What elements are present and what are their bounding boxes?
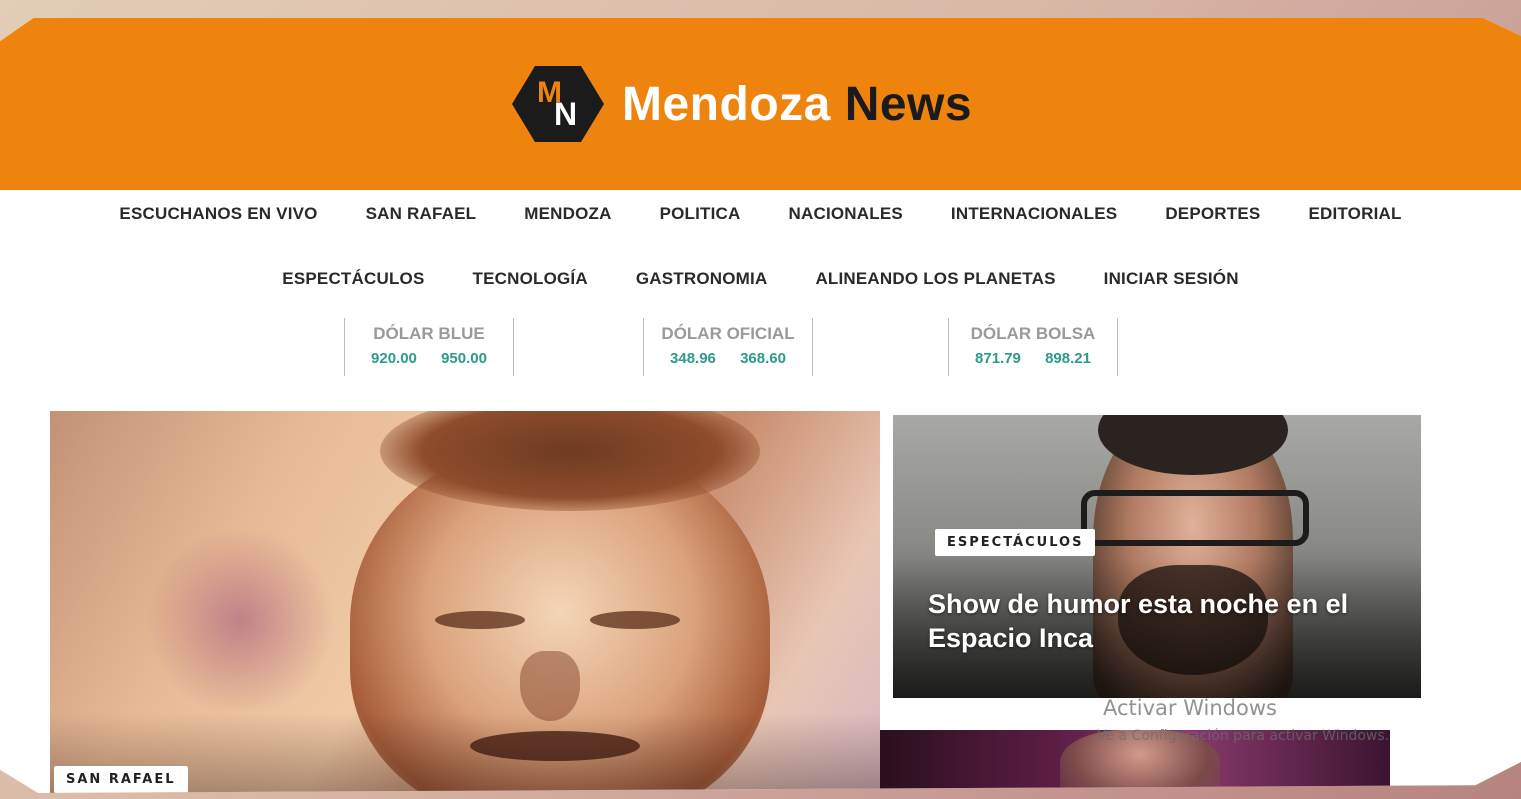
main-nav-row-2: ESPECTÁCULOS TECNOLOGÍA GASTRONOMIA ALIN… — [0, 269, 1521, 289]
side-story-image-glasses — [1081, 490, 1309, 546]
exchange-widget-blue: DÓLAR BLUE 920.00 950.00 — [344, 318, 514, 376]
nav-editorial[interactable]: EDITORIAL — [1308, 204, 1401, 224]
exchange-widget-bolsa: DÓLAR BOLSA 871.79 898.21 — [948, 318, 1118, 376]
exchange-sell-value: 898.21 — [1045, 350, 1091, 367]
nav-mendoza[interactable]: MENDOZA — [524, 204, 611, 224]
exchange-buy-value: 348.96 — [670, 350, 716, 367]
watermark-title: Activar Windows — [1103, 696, 1277, 720]
exchange-values: 920.00 950.00 — [345, 350, 513, 367]
exchange-values: 871.79 898.21 — [949, 350, 1117, 367]
featured-category-badge[interactable]: SAN RAFAEL — [54, 766, 188, 793]
nav-tecnologia[interactable]: TECNOLOGÍA — [473, 269, 588, 289]
nav-politica[interactable]: POLITICA — [660, 204, 741, 224]
watermark-subtitle: Ve a Configuración para activar Windows. — [1097, 728, 1390, 744]
main-nav-row-1: ESCUCHANOS EN VIVO SAN RAFAEL MENDOZA PO… — [0, 204, 1521, 224]
nav-alineando-los-planetas[interactable]: ALINEANDO LOS PLANETAS — [815, 269, 1055, 289]
nav-escuchanos-en-vivo[interactable]: ESCUCHANOS EN VIVO — [119, 204, 317, 224]
exchange-buy-value: 920.00 — [371, 350, 417, 367]
exchange-label: DÓLAR BLUE — [373, 324, 485, 343]
exchange-widget-oficial: DÓLAR OFICIAL 348.96 368.60 — [643, 318, 813, 376]
nav-san-rafael[interactable]: SAN RAFAEL — [366, 204, 477, 224]
exchange-buy-value: 871.79 — [975, 350, 1021, 367]
site-header: M N Mendoza News — [0, 18, 1521, 190]
hero-image-nose — [520, 651, 580, 721]
featured-story-card[interactable]: SAN RAFAEL — [50, 411, 880, 793]
site-name-part1: Mendoza — [622, 77, 831, 131]
nav-internacionales[interactable]: INTERNACIONALES — [951, 204, 1117, 224]
site-name: Mendoza News — [622, 77, 972, 132]
windows-activation-watermark: Activar Windows Ve a Configuración para … — [1097, 696, 1389, 744]
nav-gastronomia[interactable]: GASTRONOMIA — [636, 269, 768, 289]
nav-nacionales[interactable]: NACIONALES — [789, 204, 903, 224]
hero-image-wash — [140, 531, 340, 711]
site-name-part2: News — [844, 77, 973, 131]
exchange-values: 348.96 368.60 — [644, 350, 812, 367]
exchange-sell-value: 368.60 — [740, 350, 786, 367]
site-logo[interactable]: M N Mendoza News — [512, 66, 972, 142]
logo-hexagon-icon: M N — [512, 66, 604, 142]
nav-deportes[interactable]: DEPORTES — [1165, 204, 1260, 224]
side-story-title[interactable]: Show de humor esta noche en el Espacio I… — [928, 587, 1368, 655]
hero-image-eye — [435, 611, 525, 629]
side-story-category-badge[interactable]: ESPECTÁCULOS — [935, 529, 1096, 556]
nav-espectaculos[interactable]: ESPECTÁCULOS — [282, 269, 424, 289]
side-story-card-1[interactable]: ESPECTÁCULOS Show de humor esta noche en… — [893, 415, 1421, 698]
nav-iniciar-sesion[interactable]: INICIAR SESIÓN — [1104, 269, 1239, 289]
exchange-label: DÓLAR OFICIAL — [661, 324, 795, 343]
hero-image-eye — [590, 611, 680, 629]
browser-page: M N Mendoza News ESCUCHANOS EN VIVO SAN … — [0, 18, 1521, 793]
exchange-label: DÓLAR BOLSA — [970, 324, 1096, 343]
exchange-sell-value: 950.00 — [441, 350, 487, 367]
logo-mark-n: N — [554, 96, 578, 132]
